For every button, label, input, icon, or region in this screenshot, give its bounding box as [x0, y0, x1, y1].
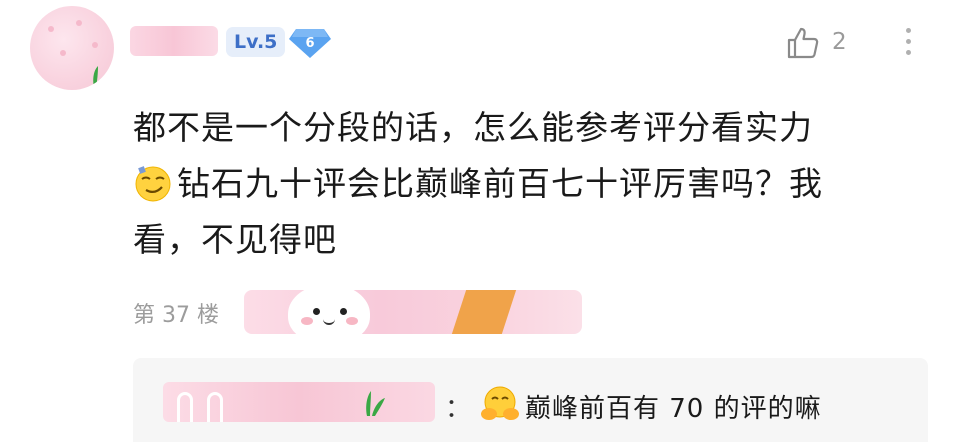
floor-number: 第 37 楼 — [133, 303, 219, 328]
diamond-level-number: 6 — [305, 36, 314, 51]
carrot-icon — [449, 290, 519, 334]
like-count: 2 — [832, 29, 847, 55]
reply-preview[interactable]: ： 巅峰前百有 70 的评的嘛 — [133, 358, 928, 442]
reply-username-redacted[interactable] — [163, 382, 435, 422]
hug-emoji-icon — [481, 386, 519, 420]
reply-colon: ： — [445, 394, 472, 424]
comment-line: 钻石九十评会比巅峰前百七十评厉害吗？我 — [177, 164, 823, 203]
more-options-icon[interactable] — [903, 22, 913, 62]
diamond-level-icon: 6 — [289, 29, 331, 58]
comment-text: 都不是一个分段的话，怎么能参考评分看实力 钻石九十评会比巅峰前百七十评厉害吗？我… — [133, 100, 923, 268]
level-badge: Lv.5 — [226, 27, 286, 57]
user-avatar[interactable] — [30, 6, 114, 90]
sprout-icon — [366, 391, 385, 416]
sprout-icon — [93, 66, 109, 88]
comment-line-with-emoji: 钻石九十评会比巅峰前百七十评厉害吗？我 — [133, 156, 923, 212]
smirk-emoji-icon — [135, 166, 171, 202]
reply-text: 巅峰前百有 70 的评的嘛 — [525, 394, 822, 424]
comment-line: 看，不见得吧 — [133, 220, 337, 259]
bunny-face-icon — [288, 290, 370, 334]
username-redacted[interactable] — [130, 26, 218, 56]
sticker-redacted — [244, 290, 582, 334]
thumbs-up-icon[interactable] — [786, 26, 820, 60]
comment-line: 都不是一个分段的话，怎么能参考评分看实力 — [133, 108, 813, 147]
